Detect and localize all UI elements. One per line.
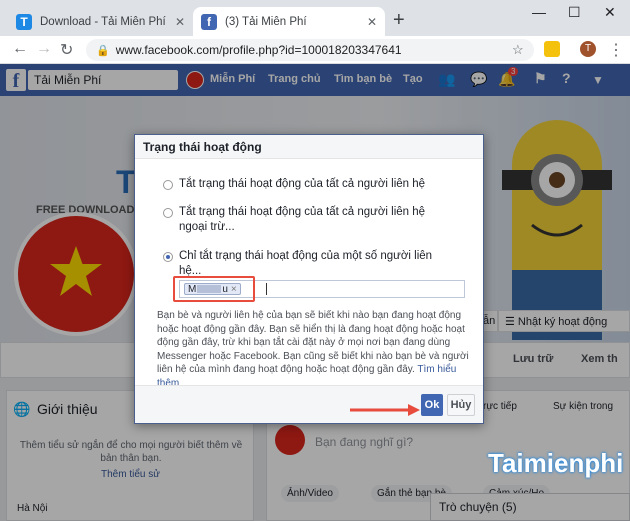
option-turn-off-some[interactable]: Chỉ tắt trạng thái hoạt động của một số … [163,249,453,279]
radio-button[interactable] [163,208,173,218]
cancel-button[interactable]: Hủy [447,394,475,416]
watermark-logo: Taimienphi [488,448,624,478]
tab-download[interactable]: T Download - Tải Miễn Phí VN - Ph ✕ [8,7,193,36]
highlight-box [173,276,255,302]
forward-icon[interactable]: → [36,40,52,58]
address-toolbar: ← → ↻ 🔒 www.facebook.com/profile.php?id=… [0,36,630,64]
new-tab-icon[interactable]: + [393,9,405,32]
menu-kebab-icon[interactable]: ⋮ [608,40,624,60]
bookmark-star-icon[interactable]: ☆ [512,42,524,58]
option-turn-off-except[interactable]: Tắt trạng thái hoạt động của tất cả ngườ… [163,205,433,235]
back-icon[interactable]: ← [12,40,28,58]
dialog-title: Trạng thái hoạt động [135,135,483,159]
taimienphi-favicon-icon: T [16,13,32,30]
radio-button-selected[interactable] [163,252,173,262]
reload-icon[interactable]: ↻ [60,40,73,60]
facebook-favicon-icon: f [201,13,217,30]
close-window-icon[interactable]: ✕ [604,4,616,21]
red-arrow-icon [350,404,420,416]
maximize-icon[interactable]: ☐ [568,4,581,21]
option-label: Chỉ tắt trạng thái hoạt động của một số … [179,250,433,277]
dialog-footer: Ok Hủy [135,385,483,423]
option-label: Tắt trạng thái hoạt động của tất cả ngườ… [179,206,426,233]
option-label: Tắt trạng thái hoạt động của tất cả ngườ… [179,178,426,190]
close-tab-icon[interactable]: ✕ [175,15,185,29]
dialog-description: Bạn bè và người liên hệ của bạn sẽ biết … [157,309,469,390]
text-cursor [266,283,267,295]
browser-tab-strip: T Download - Tải Miễn Phí VN - Ph ✕ f (3… [0,0,630,36]
radio-button[interactable] [163,180,173,190]
tab-title: Download - Tải Miễn Phí VN - Ph [40,15,169,28]
url-bar[interactable]: 🔒 www.facebook.com/profile.php?id=100018… [86,39,534,61]
tab-facebook[interactable]: f (3) Tải Miễn Phí ✕ [193,7,385,36]
url-text: www.facebook.com/profile.php?id=10001820… [115,43,402,57]
minimize-icon[interactable]: — [532,4,546,20]
profile-avatar[interactable]: T [580,41,596,57]
extension-icon[interactable] [544,41,560,57]
tab-title: (3) Tải Miễn Phí [225,15,307,28]
close-tab-icon[interactable]: ✕ [367,15,377,29]
lock-icon: 🔒 [96,44,110,57]
ok-button[interactable]: Ok [421,394,443,416]
option-turn-off-all[interactable]: Tắt trạng thái hoạt động của tất cả ngườ… [163,177,463,192]
active-status-dialog: Trạng thái hoạt động Tắt trạng thái hoạt… [134,134,484,424]
